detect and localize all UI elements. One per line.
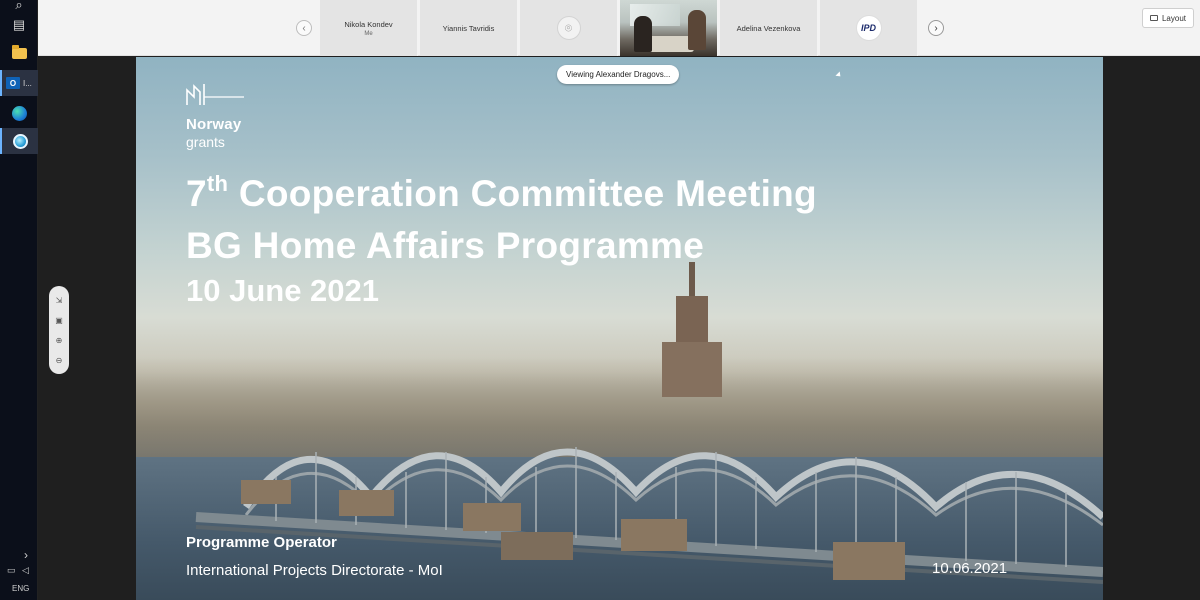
teams-icon <box>12 133 28 149</box>
zoom-out-icon[interactable]: ⊖ <box>52 353 66 367</box>
slide-footer-date: 10.06.2021 <box>932 560 1008 577</box>
layout-label: Layout <box>1161 13 1186 23</box>
fit-to-frame-icon[interactable]: ▣ <box>52 313 66 327</box>
teams-button[interactable] <box>0 128 38 154</box>
bridge-pier <box>463 503 521 531</box>
participant-sub: Me <box>364 30 373 37</box>
participant-tile[interactable]: IPD <box>820 0 918 56</box>
show-hidden-icons-button[interactable]: › <box>24 548 28 562</box>
scroll-left-button[interactable]: ‹ <box>296 20 312 36</box>
layout-button[interactable]: Layout <box>1141 8 1194 28</box>
participant-name: Nikola Kondev <box>344 19 393 29</box>
tower-building <box>662 262 722 397</box>
norway-grants-mark <box>186 84 244 105</box>
participant-tile[interactable]: Nikola Kondev Me <box>320 0 418 56</box>
share-zoom-toolbar: ⇲ ▣ ⊕ ⊖ <box>49 286 69 374</box>
slide-title-line-1: 7th Cooperation Committee Meeting <box>186 171 817 214</box>
participant-tile[interactable]: ⌾ <box>520 0 618 56</box>
edge-button[interactable] <box>0 100 38 126</box>
windows-taskbar: ⌕ ▤ O I... › ▭ ◁ ENG <box>0 0 38 600</box>
outlook-icon: O <box>6 77 20 89</box>
operator-label: Programme Operator <box>186 534 337 551</box>
outlook-label: I... <box>23 78 32 88</box>
participant-tile[interactable]: Yiannis Tavridis <box>420 0 518 56</box>
video-person <box>688 10 706 50</box>
participant-video-tile[interactable] <box>620 0 718 56</box>
brand-name: Norway <box>186 116 242 133</box>
bridge-pier <box>241 480 291 504</box>
participant-name: Adelina Vezenkova <box>736 23 801 33</box>
participant-tile[interactable]: Adelina Vezenkova <box>720 0 818 56</box>
volume-icon[interactable]: ◁ <box>22 565 29 576</box>
slide-title-line-2: BG Home Affairs Programme <box>186 225 705 266</box>
task-view-icon[interactable]: ▤ <box>0 12 38 38</box>
slide-date-heading: 10 June 2021 <box>186 273 380 308</box>
location-pin-icon: ⌾ <box>556 16 581 40</box>
pop-out-icon[interactable]: ⇲ <box>52 293 66 307</box>
bridge-pier <box>621 519 687 551</box>
network-icon[interactable]: ▭ <box>7 565 16 576</box>
bridge-pier <box>339 490 394 516</box>
zoom-in-icon[interactable]: ⊕ <box>52 333 66 347</box>
operator-value: International Projects Directorate - MoI <box>186 562 443 579</box>
brand-sub: grants <box>186 134 225 150</box>
bridge-pier <box>501 532 573 560</box>
scroll-right-button[interactable]: › <box>928 20 944 36</box>
norway-grants-logo: Norway grants <box>186 83 256 153</box>
file-explorer-icon <box>11 44 27 59</box>
ipd-logo: IPD <box>855 15 882 41</box>
bridge-pier <box>833 542 905 580</box>
viewing-share-indicator[interactable]: Viewing Alexander Dragovs... <box>557 65 680 84</box>
video-person <box>634 16 652 52</box>
language-indicator[interactable]: ENG <box>12 584 29 593</box>
outlook-button[interactable]: O I... <box>0 70 38 96</box>
shared-slide: Norway grants 7th Cooperation Committee … <box>136 57 1103 600</box>
edge-icon <box>11 105 27 121</box>
participant-name: Yiannis Tavridis <box>442 23 495 33</box>
participant-strip: ‹ Nikola Kondev Me Yiannis Tavridis ⌾ Ad… <box>38 0 1200 56</box>
layout-icon <box>1149 15 1158 21</box>
file-explorer-button[interactable] <box>0 40 38 66</box>
